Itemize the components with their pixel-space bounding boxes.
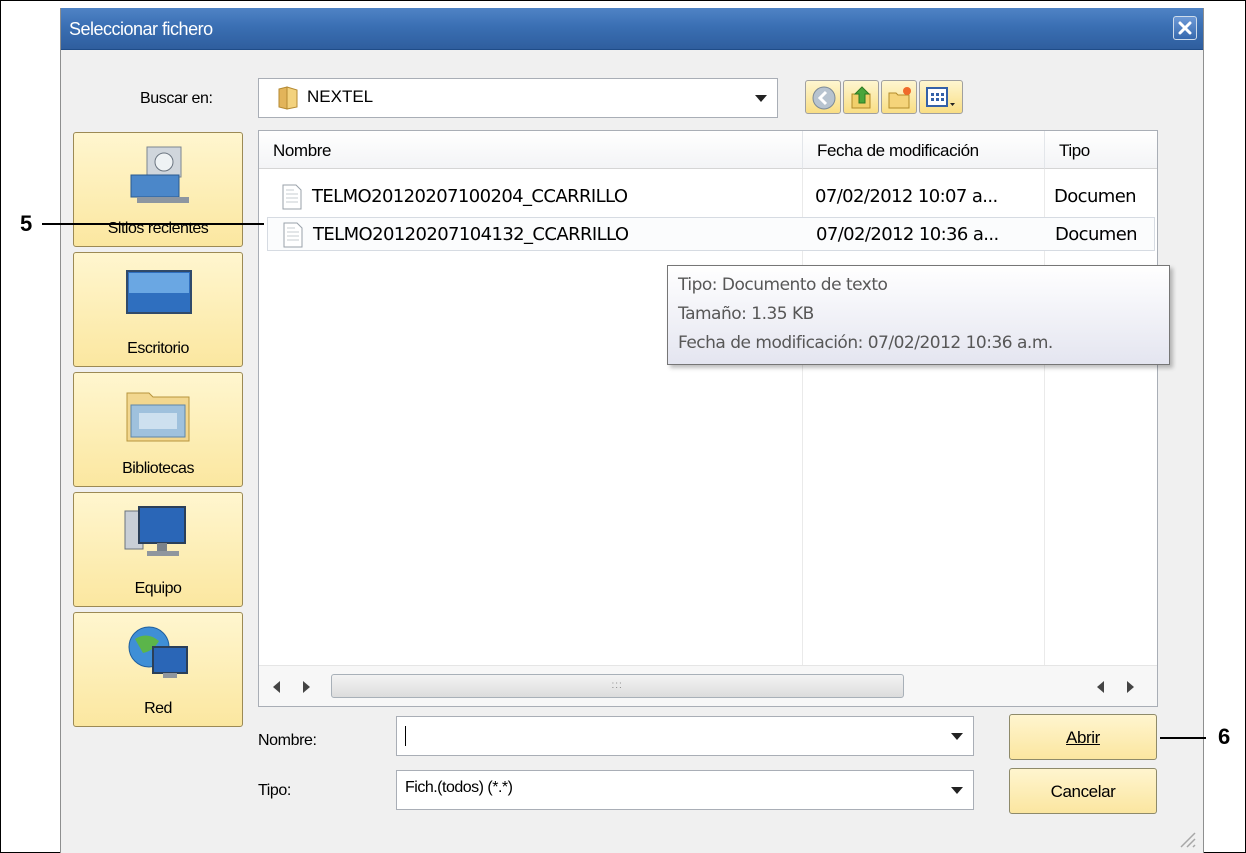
callout-5-line bbox=[42, 223, 264, 225]
column-header-date[interactable]: Fecha de modificación bbox=[803, 131, 1045, 169]
file-type: Documen bbox=[1055, 224, 1138, 245]
place-recent[interactable]: Sitios recientes bbox=[73, 132, 243, 247]
look-in-combo[interactable]: NEXTEL bbox=[258, 78, 778, 118]
folder-icon bbox=[278, 86, 298, 110]
network-icon bbox=[128, 626, 188, 678]
chevron-down-icon[interactable] bbox=[951, 733, 963, 740]
file-dialog: Seleccionar fichero Buscar en: NEXTEL Si… bbox=[60, 8, 1204, 853]
callout-6-number: 6 bbox=[1218, 724, 1231, 749]
tooltip-size: Tamaño: 1.35 KB bbox=[678, 304, 814, 324]
scrollbar-thumb[interactable]: ::: bbox=[331, 674, 904, 698]
place-computer-label: Equipo bbox=[134, 580, 182, 597]
view-menu-icon bbox=[926, 87, 955, 107]
look-in-label: Buscar en: bbox=[140, 90, 213, 107]
desktop-icon bbox=[126, 270, 192, 314]
recent-places-icon bbox=[130, 146, 189, 203]
new-folder-icon bbox=[888, 87, 911, 109]
new-folder-button[interactable] bbox=[881, 80, 917, 114]
open-button-label: Abrir bbox=[1066, 728, 1100, 747]
cancel-button[interactable]: Cancelar bbox=[1009, 768, 1157, 814]
place-computer[interactable]: Equipo bbox=[73, 492, 243, 607]
file-row[interactable]: TELMO20120207100204_CCARRILLO 07/02/2012… bbox=[267, 180, 1155, 214]
view-menu-button[interactable] bbox=[919, 80, 963, 114]
back-button[interactable] bbox=[805, 80, 841, 114]
callout-6-line bbox=[1160, 737, 1206, 739]
file-type-value: Fich.(todos) (*.*) bbox=[405, 779, 513, 796]
chevron-down-icon bbox=[755, 95, 767, 102]
horizontal-scrollbar[interactable]: ::: bbox=[259, 665, 1157, 706]
file-date: 07/02/2012 10:07 a... bbox=[815, 186, 998, 207]
look-in-value: NEXTEL bbox=[307, 87, 374, 106]
open-button[interactable]: Abrir bbox=[1009, 714, 1157, 760]
computer-icon bbox=[124, 506, 186, 556]
file-name: TELMO20120207104132_CCARRILLO bbox=[313, 224, 629, 245]
callout-5-number: 5 bbox=[20, 211, 33, 236]
dialog-title: Seleccionar fichero bbox=[69, 19, 213, 39]
column-header-name[interactable]: Nombre bbox=[259, 131, 803, 169]
up-folder-icon bbox=[851, 86, 871, 109]
place-desktop[interactable]: Escritorio bbox=[73, 252, 243, 367]
text-document-icon bbox=[283, 222, 303, 248]
file-name-input[interactable] bbox=[396, 716, 974, 756]
libraries-icon bbox=[126, 392, 190, 442]
scroll-right-icon[interactable] bbox=[1127, 681, 1134, 693]
back-icon bbox=[812, 86, 836, 110]
tooltip-date: Fecha de modificación: 07/02/2012 10:36 … bbox=[678, 333, 1053, 353]
scroll-left-icon[interactable] bbox=[273, 681, 280, 693]
resize-grip-icon[interactable] bbox=[1177, 829, 1197, 849]
file-type-label: Tipo: bbox=[258, 782, 291, 799]
file-list[interactable]: Nombre Fecha de modificación Tipo TELMO2… bbox=[258, 130, 1158, 707]
place-network-label: Red bbox=[144, 700, 172, 717]
cancel-button-label: Cancelar bbox=[1050, 782, 1116, 801]
close-icon bbox=[1178, 21, 1192, 35]
file-type: Documen bbox=[1054, 186, 1137, 207]
file-type-select[interactable]: Fich.(todos) (*.*) bbox=[396, 770, 974, 810]
scroll-left-icon[interactable] bbox=[1097, 681, 1104, 693]
place-libraries[interactable]: Bibliotecas bbox=[73, 372, 243, 487]
file-name-label: Nombre: bbox=[258, 732, 317, 749]
place-desktop-label: Escritorio bbox=[127, 340, 189, 357]
chevron-down-icon[interactable] bbox=[951, 787, 963, 794]
title-bar[interactable]: Seleccionar fichero bbox=[61, 8, 1203, 50]
text-cursor bbox=[405, 726, 406, 746]
tooltip-type: Tipo: Documento de texto bbox=[678, 275, 888, 295]
text-document-icon bbox=[282, 184, 302, 210]
file-date: 07/02/2012 10:36 a... bbox=[816, 224, 999, 245]
file-row[interactable]: TELMO20120207104132_CCARRILLO 07/02/2012… bbox=[267, 217, 1155, 251]
file-name: TELMO20120207100204_CCARRILLO bbox=[312, 186, 628, 207]
file-tooltip: Tipo: Documento de texto Tamaño: 1.35 KB… bbox=[667, 265, 1170, 365]
up-folder-button[interactable] bbox=[843, 80, 879, 114]
close-button[interactable] bbox=[1173, 16, 1197, 40]
column-header-type[interactable]: Tipo bbox=[1045, 131, 1157, 169]
place-network[interactable]: Red bbox=[73, 612, 243, 727]
place-libraries-label: Bibliotecas bbox=[122, 460, 194, 477]
scroll-right-icon[interactable] bbox=[303, 681, 310, 693]
